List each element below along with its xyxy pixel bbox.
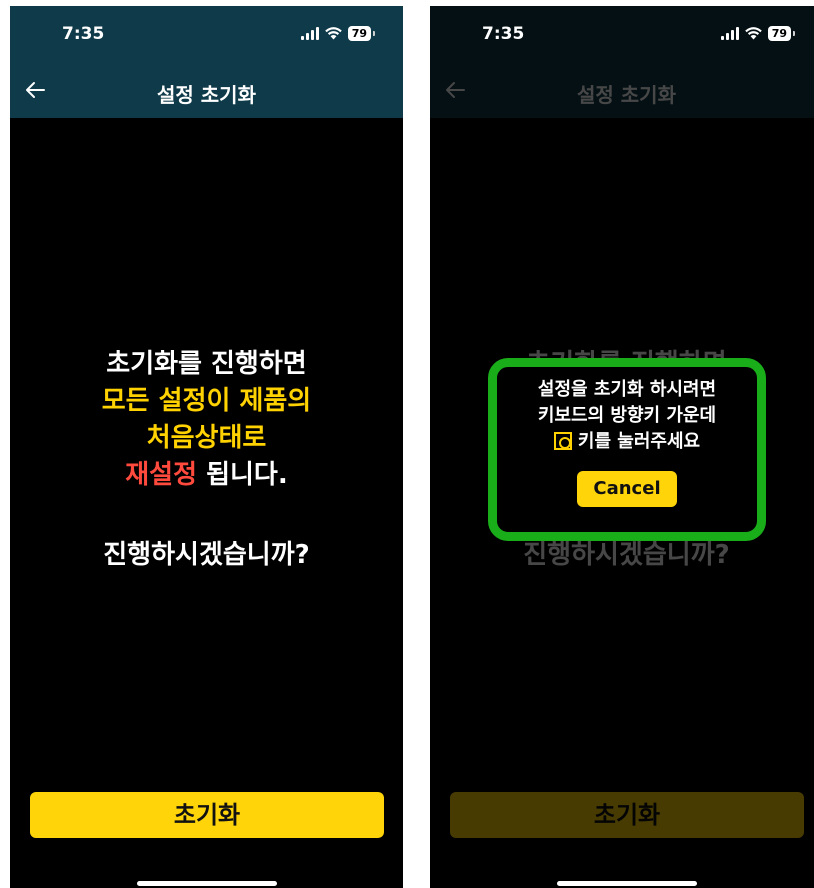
cancel-button[interactable]: Cancel (577, 471, 677, 507)
reset-key-dialog: 설정을 초기화 하시려면 키보드의 방향키 가운데 키를 눌러주세요 Cance… (488, 358, 766, 541)
battery-icon: 79 (347, 26, 376, 41)
message-line-4-rest: 됩니다. (197, 460, 288, 490)
reset-warning-message: 초기화를 진행하면 모든 설정이 제품의 처음상태로 재설정 됩니다. (10, 346, 403, 494)
wifi-icon (324, 27, 342, 40)
status-icons: 79 (720, 26, 796, 41)
signal-icon (300, 27, 319, 40)
reset-button[interactable]: 초기화 (30, 792, 384, 838)
home-indicator (557, 881, 697, 886)
confirm-question: 진행하시겠습니까? (103, 540, 310, 570)
reset-screen-with-dialog: 설정 초기화 초기화를 진행하면 모든 설정이 제품의 처음상태로 재설정 됩니… (430, 6, 814, 888)
status-bar: 7:35 79 (430, 6, 814, 66)
home-indicator (137, 881, 277, 886)
status-time: 7:35 (482, 24, 525, 44)
status-time: 7:35 (62, 24, 105, 44)
status-icons: 79 (300, 26, 376, 41)
message-line-2: 모든 설정이 제품의 (101, 386, 312, 416)
dialog-line-3: 키를 눌러주세요 (577, 431, 701, 452)
battery-icon: 79 (767, 26, 796, 41)
dialog-line-2: 키보드의 방향키 가운데 (537, 405, 717, 426)
center-key-icon (553, 432, 572, 450)
dialog-message: 설정을 초기화 하시려면 키보드의 방향키 가운데 키를 눌러주세요 (497, 377, 757, 455)
message-highlight: 재설정 (125, 460, 198, 490)
dialog-line-3-row: 키를 눌러주세요 (497, 429, 757, 455)
page-title: 설정 초기화 (157, 83, 256, 107)
message-line-3: 처음상태로 (146, 423, 267, 453)
app-header: 7:35 79 설정 초기화 (10, 6, 403, 118)
reset-screen: 7:35 79 설정 초기화 초기화를 진행하면 모든 설정이 제품의 처음상태 (10, 6, 403, 888)
signal-icon (720, 27, 739, 40)
dialog-line-1: 설정을 초기화 하시려면 (537, 379, 717, 400)
wifi-icon (744, 27, 762, 40)
message-line-4: 재설정 됩니다. (10, 457, 403, 494)
message-line-1: 초기화를 진행하면 (106, 349, 307, 379)
